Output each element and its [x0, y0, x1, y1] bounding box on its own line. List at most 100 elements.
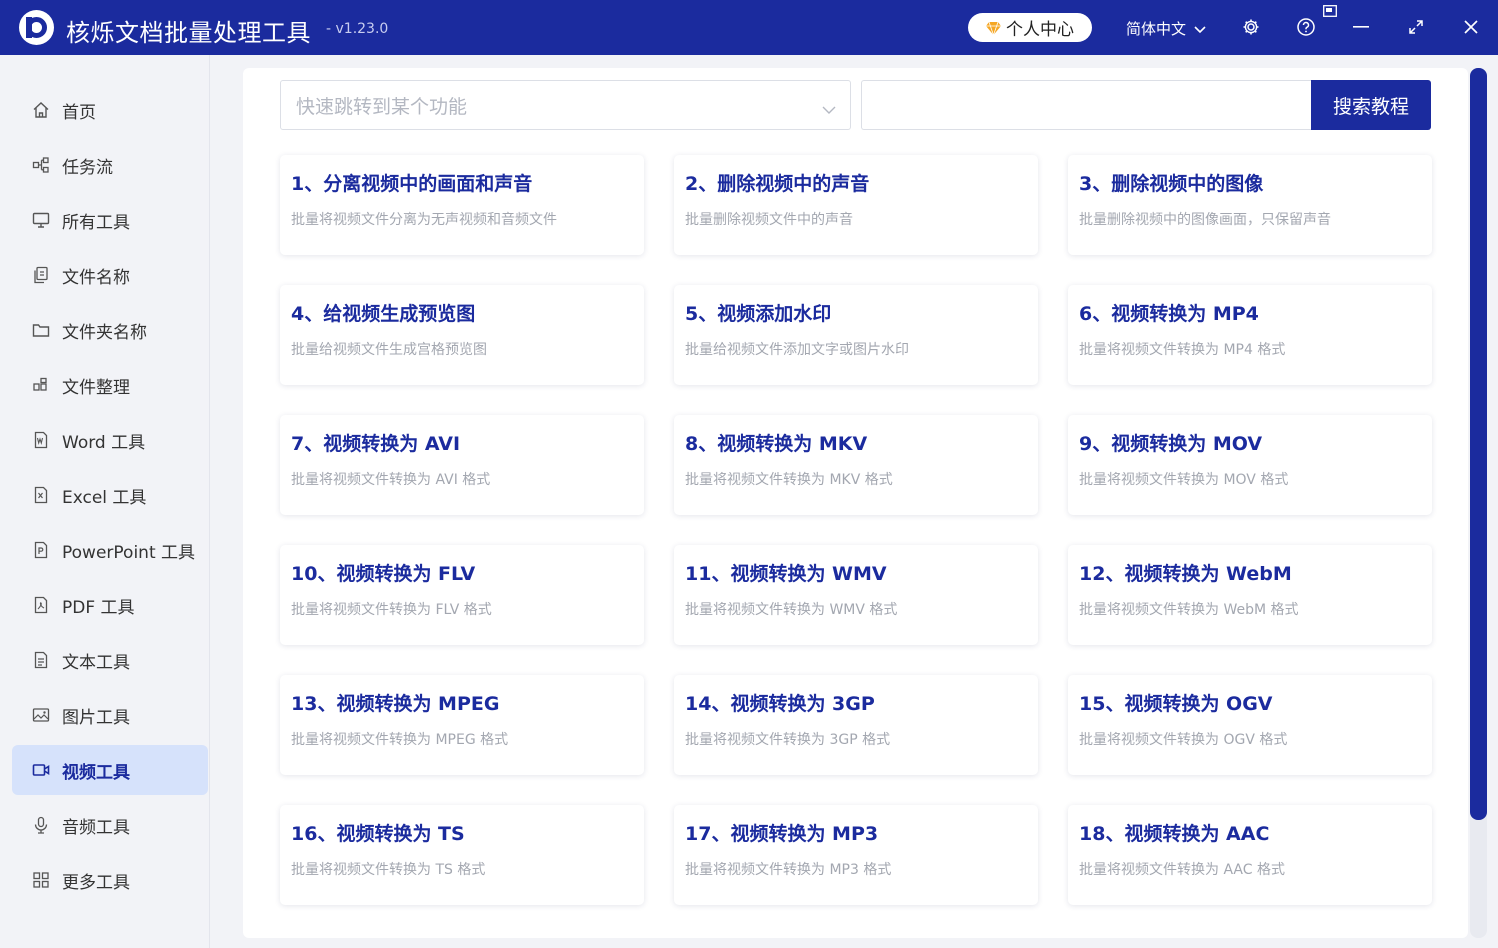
sidebar-item-4[interactable]: 文件夹名称 — [12, 305, 208, 355]
tool-card[interactable]: 5、视频添加水印批量给视频文件添加文字或图片水印 — [674, 285, 1038, 385]
sidebar-item-5[interactable]: 文件整理 — [12, 360, 208, 410]
sidebar-item-0[interactable]: 首页 — [12, 85, 208, 135]
tool-card-title: 15、视频转换为 OGV — [1079, 693, 1273, 715]
sidebar-item-label: 文件名称 — [62, 267, 130, 288]
tool-card-title: 7、视频转换为 AVI — [291, 433, 461, 455]
settings-gear-icon[interactable] — [1240, 16, 1262, 38]
user-center-label: 个人中心 — [1006, 20, 1074, 40]
help-icon[interactable] — [1295, 16, 1317, 38]
app-title: 核烁文档批量处理工具 — [66, 19, 311, 47]
tool-card[interactable]: 8、视频转换为 MKV 批量将视频文件转换为 MKV 格式 — [674, 415, 1038, 515]
search-tutorial-button[interactable]: 搜索教程 — [1311, 80, 1431, 130]
tool-card[interactable]: 12、视频转换为 WebM 批量将视频文件转换为 WebM 格式 — [1068, 545, 1432, 645]
tool-card[interactable]: 7、视频转换为 AVI 批量将视频文件转换为 AVI 格式 — [280, 415, 644, 515]
sidebar-item-12[interactable]: 视频工具 — [12, 745, 208, 795]
tool-card[interactable]: 15、视频转换为 OGV 批量将视频文件转换为 OGV 格式 — [1068, 675, 1432, 775]
scrollbar-thumb[interactable] — [1470, 68, 1487, 820]
tool-card-description: 批量将视频文件转换为 MP4 格式 — [1079, 342, 1286, 358]
sidebar-item-10[interactable]: 文本工具 — [12, 635, 208, 685]
tool-card[interactable]: 3、删除视频中的图像批量删除视频中的图像画面，只保留声音 — [1068, 155, 1432, 255]
sidebar-item-9[interactable]: PDF 工具 — [12, 580, 208, 630]
sidebar-item-label: Excel 工具 — [62, 487, 147, 508]
tool-card[interactable]: 11、视频转换为 WMV 批量将视频文件转换为 WMV 格式 — [674, 545, 1038, 645]
tool-card-title: 4、给视频生成预览图 — [291, 303, 476, 325]
tool-card-description: 批量将视频文件转换为 3GP 格式 — [685, 732, 891, 748]
tool-card-description: 批量将视频文件转换为 TS 格式 — [291, 862, 486, 878]
tool-card-description: 批量将视频文件转换为 WMV 格式 — [685, 602, 898, 618]
tool-card[interactable]: 13、视频转换为 MPEG 批量将视频文件转换为 MPEG 格式 — [280, 675, 644, 775]
tool-card[interactable]: 9、视频转换为 MOV 批量将视频文件转换为 MOV 格式 — [1068, 415, 1432, 515]
text-file-icon — [32, 651, 50, 669]
sidebar-item-6[interactable]: Word 工具 — [12, 415, 208, 465]
sidebar-item-label: PowerPoint 工具 — [62, 542, 196, 563]
tool-card[interactable]: 18、视频转换为 AAC 批量将视频文件转换为 AAC 格式 — [1068, 805, 1432, 905]
sidebar-item-label: 图片工具 — [62, 707, 130, 728]
sidebar-item-11[interactable]: 图片工具 — [12, 690, 208, 740]
tool-card-title: 6、视频转换为 MP4 — [1079, 303, 1259, 325]
tool-card-description: 批量给视频文件添加文字或图片水印 — [685, 342, 909, 358]
sidebar-item-label: 任务流 — [62, 157, 113, 178]
organize-icon — [32, 376, 50, 394]
tool-card-description: 批量将视频文件转换为 WebM 格式 — [1079, 602, 1299, 618]
tool-card-title: 18、视频转换为 AAC — [1079, 823, 1270, 845]
sidebar-item-label: 音频工具 — [62, 817, 130, 838]
language-label: 简体中文 — [1126, 20, 1187, 38]
tool-card[interactable]: 10、视频转换为 FLV 批量将视频文件转换为 FLV 格式 — [280, 545, 644, 645]
folder-icon — [32, 321, 50, 339]
tool-card[interactable]: 17、视频转换为 MP3 批量将视频文件转换为 MP3 格式 — [674, 805, 1038, 905]
sidebar-item-14[interactable]: 更多工具 — [12, 855, 208, 905]
video-icon — [32, 761, 50, 779]
chevron-down-icon — [1194, 20, 1206, 38]
sidebar-item-label: 首页 — [62, 102, 96, 123]
tool-card-description: 批量将视频文件转换为 AAC 格式 — [1079, 862, 1285, 878]
tool-card[interactable]: 1、分离视频中的画面和声音 批量将视频文件分离为无声视频和音频文件 — [280, 155, 644, 255]
tool-card-title: 9、视频转换为 MOV — [1079, 433, 1263, 455]
close-icon[interactable] — [1460, 16, 1482, 38]
user-center-button[interactable]: 个人中心 — [968, 13, 1092, 42]
tool-card[interactable]: 6、视频转换为 MP4 批量将视频文件转换为 MP4 格式 — [1068, 285, 1432, 385]
monitor-icon — [32, 211, 50, 229]
tool-card[interactable]: 16、视频转换为 TS 批量将视频文件转换为 TS 格式 — [280, 805, 644, 905]
tool-card-description: 批量删除视频中的图像画面，只保留声音 — [1079, 212, 1331, 228]
tool-card[interactable]: 4、给视频生成预览图批量给视频文件生成宫格预览图 — [280, 285, 644, 385]
sidebar-item-8[interactable]: PowerPoint 工具 — [12, 525, 208, 575]
tool-card-title: 1、分离视频中的画面和声音 — [291, 173, 533, 195]
tool-card-title: 17、视频转换为 MP3 — [685, 823, 879, 845]
file-copy-icon — [32, 266, 50, 284]
sidebar-item-label: 文件整理 — [62, 377, 130, 398]
home-icon — [32, 101, 50, 119]
tool-card-title: 12、视频转换为 WebM — [1079, 563, 1292, 585]
tool-card-title: 8、视频转换为 MKV — [685, 433, 868, 455]
tool-card[interactable]: 14、视频转换为 3GP 批量将视频文件转换为 3GP 格式 — [674, 675, 1038, 775]
tool-card-title: 5、视频添加水印 — [685, 303, 832, 325]
sidebar-item-label: 所有工具 — [62, 212, 130, 233]
language-select[interactable]: 简体中文 — [1126, 18, 1206, 39]
maximize-icon[interactable] — [1405, 16, 1427, 38]
tool-card-description: 批量将视频文件转换为 MPEG 格式 — [291, 732, 509, 748]
grid-icon — [32, 871, 50, 889]
sidebar-item-13[interactable]: 音频工具 — [12, 800, 208, 850]
sidebar-item-label: 文件夹名称 — [62, 322, 147, 343]
sidebar-item-1[interactable]: 任务流 — [12, 140, 208, 190]
tool-card[interactable]: 2、删除视频中的声音 批量删除视频文件中的声音 — [674, 155, 1038, 255]
tutorial-search-input[interactable] — [861, 80, 1313, 130]
sidebar-item-label: 文本工具 — [62, 652, 130, 673]
sidebar-item-2[interactable]: 所有工具 — [12, 195, 208, 245]
tool-card-title: 10、视频转换为 FLV — [291, 563, 476, 585]
tool-card-title: 3、删除视频中的图像 — [1079, 173, 1264, 195]
sidebar-item-label: 视频工具 — [62, 762, 130, 783]
sidebar-item-label: 更多工具 — [62, 872, 130, 893]
jump-select-placeholder: 快速跳转到某个功能 — [296, 95, 468, 118]
title-bar: 核烁文档批量处理工具 - v1.23.0 个人中心 简体中文 — [0, 0, 1498, 55]
app-version: - v1.23.0 — [326, 21, 389, 37]
tool-card-description: 批量将视频文件转换为 MKV 格式 — [685, 472, 893, 488]
mini-window-icon[interactable] — [1322, 4, 1338, 18]
minimize-icon[interactable] — [1350, 16, 1372, 38]
jump-to-function-select[interactable]: 快速跳转到某个功能 — [280, 80, 851, 130]
chevron-down-icon — [822, 98, 836, 120]
sidebar-item-3[interactable]: 文件名称 — [12, 250, 208, 300]
sidebar-item-7[interactable]: Excel 工具 — [12, 470, 208, 520]
tool-card-description: 批量给视频文件生成宫格预览图 — [291, 342, 487, 358]
workflow-icon — [32, 156, 50, 174]
tool-card-title: 11、视频转换为 WMV — [685, 563, 887, 585]
